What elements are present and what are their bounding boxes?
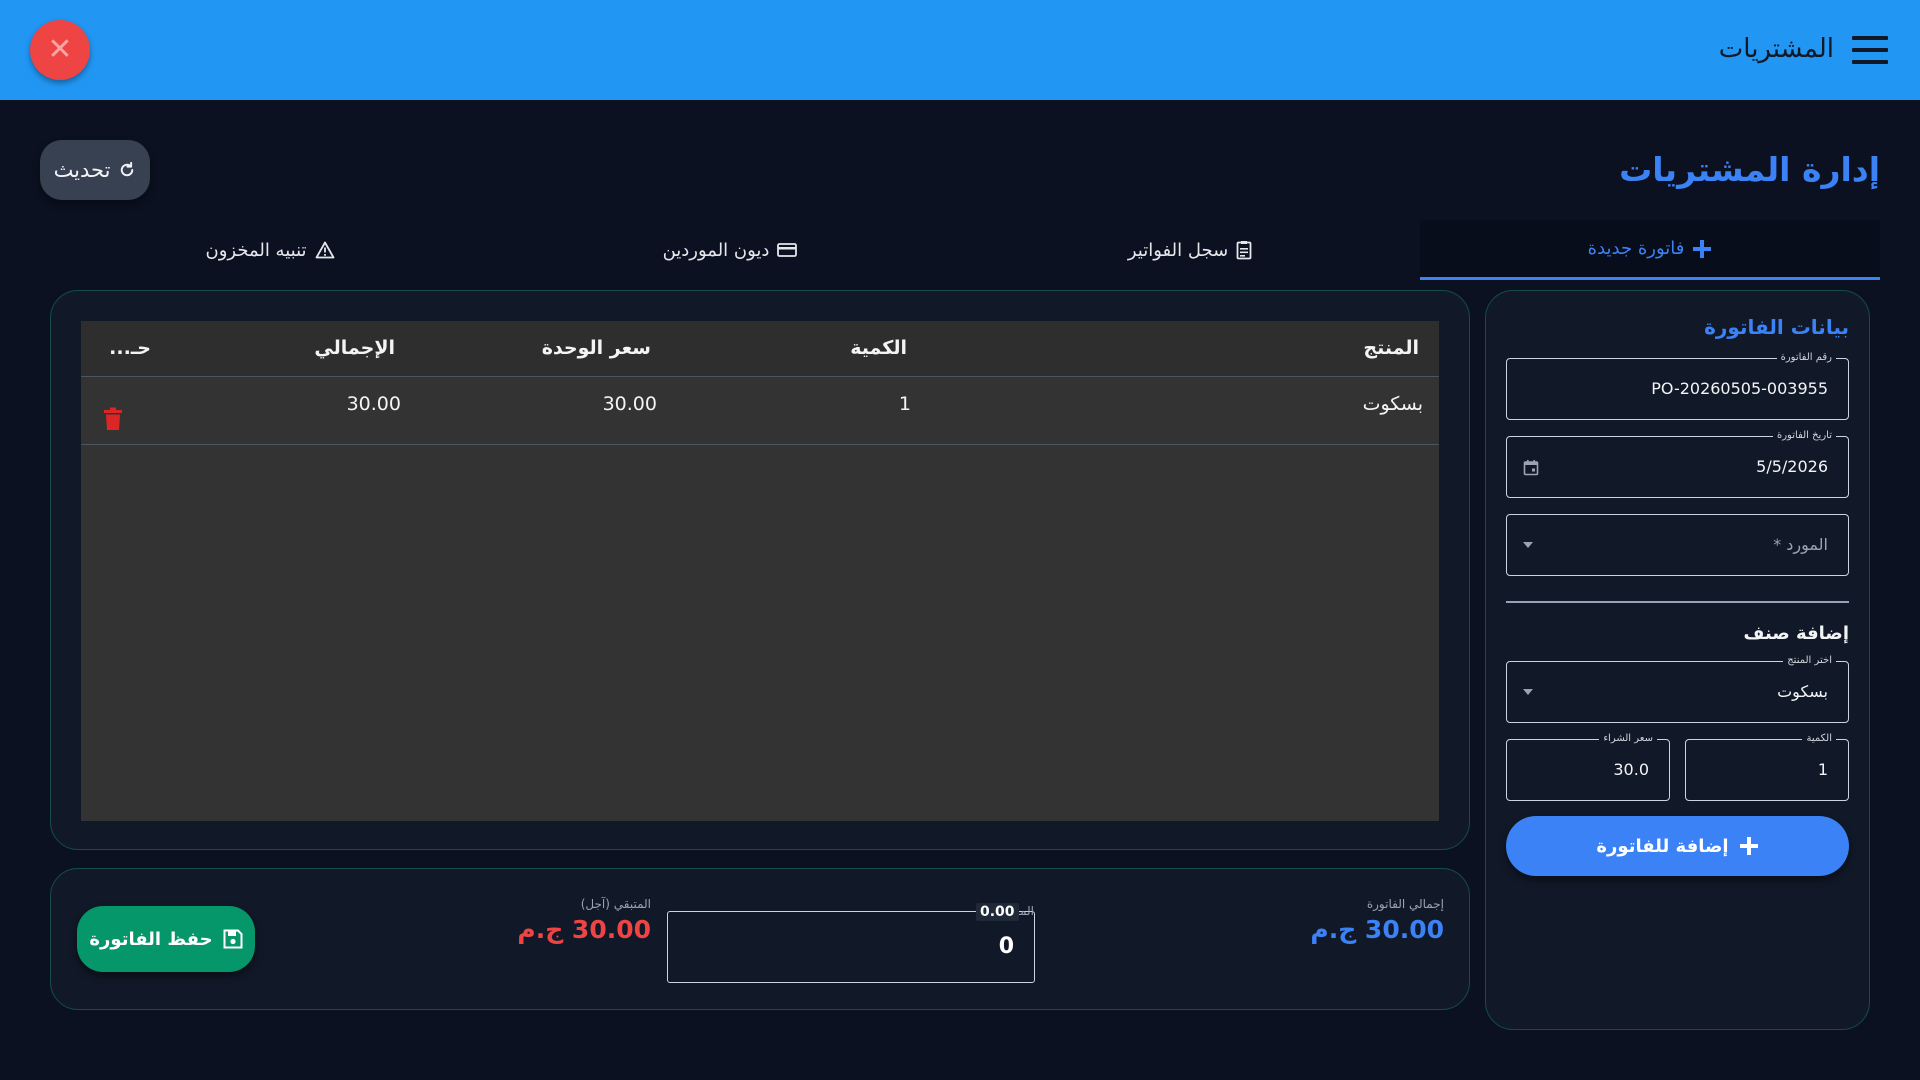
- add-item-title: إضافة صنف: [1743, 623, 1849, 644]
- clipboard-icon: [1236, 241, 1252, 260]
- invoice-date-value: 5/5/2026: [1756, 457, 1828, 476]
- warning-icon: [315, 241, 334, 259]
- save-invoice-label: حفظ الفاتورة: [89, 928, 213, 950]
- refresh-icon: [121, 161, 134, 177]
- table-header: المنتج الكمية سعر الوحدة الإجمالي حـ...: [81, 321, 1439, 377]
- paid-amount-value: 0: [998, 934, 1014, 959]
- quantity-field[interactable]: الكمية 1: [1685, 733, 1849, 801]
- column-header-total: الإجمالي: [314, 337, 395, 359]
- tab-label: ديون الموردين: [662, 239, 770, 261]
- tab-stock-alert[interactable]: تنبيه المخزون: [40, 220, 500, 280]
- app-title: المشتريات: [1718, 34, 1834, 64]
- column-header-unit-price: سعر الوحدة: [541, 337, 651, 359]
- column-header-actions: حـ...: [109, 337, 151, 359]
- product-value: بسكوت: [1777, 682, 1828, 701]
- paid-amount-input[interactable]: المدفوع 0.00 0: [667, 903, 1035, 983]
- save-icon: [223, 929, 243, 949]
- tab-label: تنبيه المخزون: [205, 239, 307, 261]
- items-table-panel: المنتج الكمية سعر الوحدة الإجمالي حـ... …: [50, 290, 1470, 850]
- chevron-down-icon: [1523, 689, 1533, 695]
- paid-value-badge: 0.00: [976, 903, 1019, 921]
- invoice-form-title: بيانات الفاتورة: [1704, 315, 1849, 339]
- product-label: اختر المنتج: [1783, 655, 1836, 666]
- invoice-date-field[interactable]: تاريخ الفاتورة 5/5/2026: [1506, 430, 1849, 498]
- product-select[interactable]: اختر المنتج بسكوت: [1506, 655, 1849, 723]
- tab-label: فاتورة جديدة: [1587, 238, 1685, 259]
- page-title: إدارة المشتريات: [1619, 150, 1880, 189]
- add-to-invoice-button[interactable]: إضافة للفاتورة: [1506, 816, 1849, 876]
- calendar-icon[interactable]: [1523, 459, 1539, 476]
- invoice-number-label: رقم الفاتورة: [1776, 352, 1836, 363]
- chevron-down-icon: [1523, 542, 1533, 548]
- invoice-form-panel: بيانات الفاتورة رقم الفاتورة PO-20260505…: [1485, 290, 1870, 1030]
- remaining-label: المتبقي (آجل): [580, 897, 651, 911]
- purchase-price-value: 30.0: [1613, 760, 1649, 779]
- credit-card-icon: [777, 243, 798, 257]
- supplier-placeholder: المورد *: [1773, 535, 1828, 554]
- quantity-label: الكمية: [1802, 733, 1836, 744]
- add-to-invoice-label: إضافة للفاتورة: [1596, 835, 1729, 857]
- tab-supplier-debts[interactable]: ديون الموردين: [500, 220, 960, 280]
- tab-bar: فاتورة جديدة سجل الفواتير ديون الموردين …: [40, 220, 1880, 280]
- totals-panel: إجمالي الفاتورة 30.00 ج.م المدفوع 0.00 0…: [50, 868, 1470, 1010]
- table-row: بسكوت 1 30.00 30.00: [81, 377, 1439, 445]
- tab-new-invoice[interactable]: فاتورة جديدة: [1420, 220, 1880, 280]
- refresh-label: تحديث: [53, 158, 111, 182]
- cell-unit-price: 30.00: [602, 393, 657, 415]
- refresh-button[interactable]: تحديث: [40, 140, 150, 200]
- divider: [1506, 601, 1849, 603]
- plus-icon: [1693, 239, 1712, 258]
- column-header-quantity: الكمية: [850, 337, 907, 359]
- invoice-total-amount: 30.00 ج.م: [1310, 915, 1444, 944]
- tab-label: سجل الفواتير: [1127, 239, 1229, 261]
- app-bar: ✕ المشتريات: [0, 0, 1920, 100]
- purchase-price-label: سعر الشراء: [1599, 733, 1657, 744]
- invoice-number-field[interactable]: رقم الفاتورة PO-20260505-003955: [1506, 352, 1849, 420]
- cell-quantity: 1: [898, 393, 911, 415]
- close-button[interactable]: ✕: [30, 20, 90, 80]
- tab-invoice-log[interactable]: سجل الفواتير: [960, 220, 1420, 280]
- save-invoice-button[interactable]: حفظ الفاتورة: [77, 906, 255, 972]
- close-icon: ✕: [47, 32, 73, 67]
- invoice-number-value: PO-20260505-003955: [1651, 379, 1828, 398]
- cell-total: 30.00: [346, 393, 401, 415]
- invoice-total-label: إجمالي الفاتورة: [1366, 897, 1444, 911]
- cell-product: بسكوت: [1362, 393, 1423, 415]
- trash-icon[interactable]: [103, 407, 123, 431]
- purchase-price-field[interactable]: سعر الشراء 30.0: [1506, 733, 1670, 801]
- invoice-date-label: تاريخ الفاتورة: [1772, 430, 1836, 441]
- quantity-value: 1: [1817, 760, 1828, 779]
- column-header-product: المنتج: [1363, 337, 1419, 359]
- items-table: المنتج الكمية سعر الوحدة الإجمالي حـ... …: [81, 321, 1439, 821]
- supplier-select[interactable]: المورد *: [1506, 514, 1849, 576]
- remaining-amount: 30.00 ج.م: [517, 915, 651, 944]
- hamburger-menu-icon[interactable]: [1852, 36, 1888, 64]
- plus-icon: [1739, 837, 1758, 855]
